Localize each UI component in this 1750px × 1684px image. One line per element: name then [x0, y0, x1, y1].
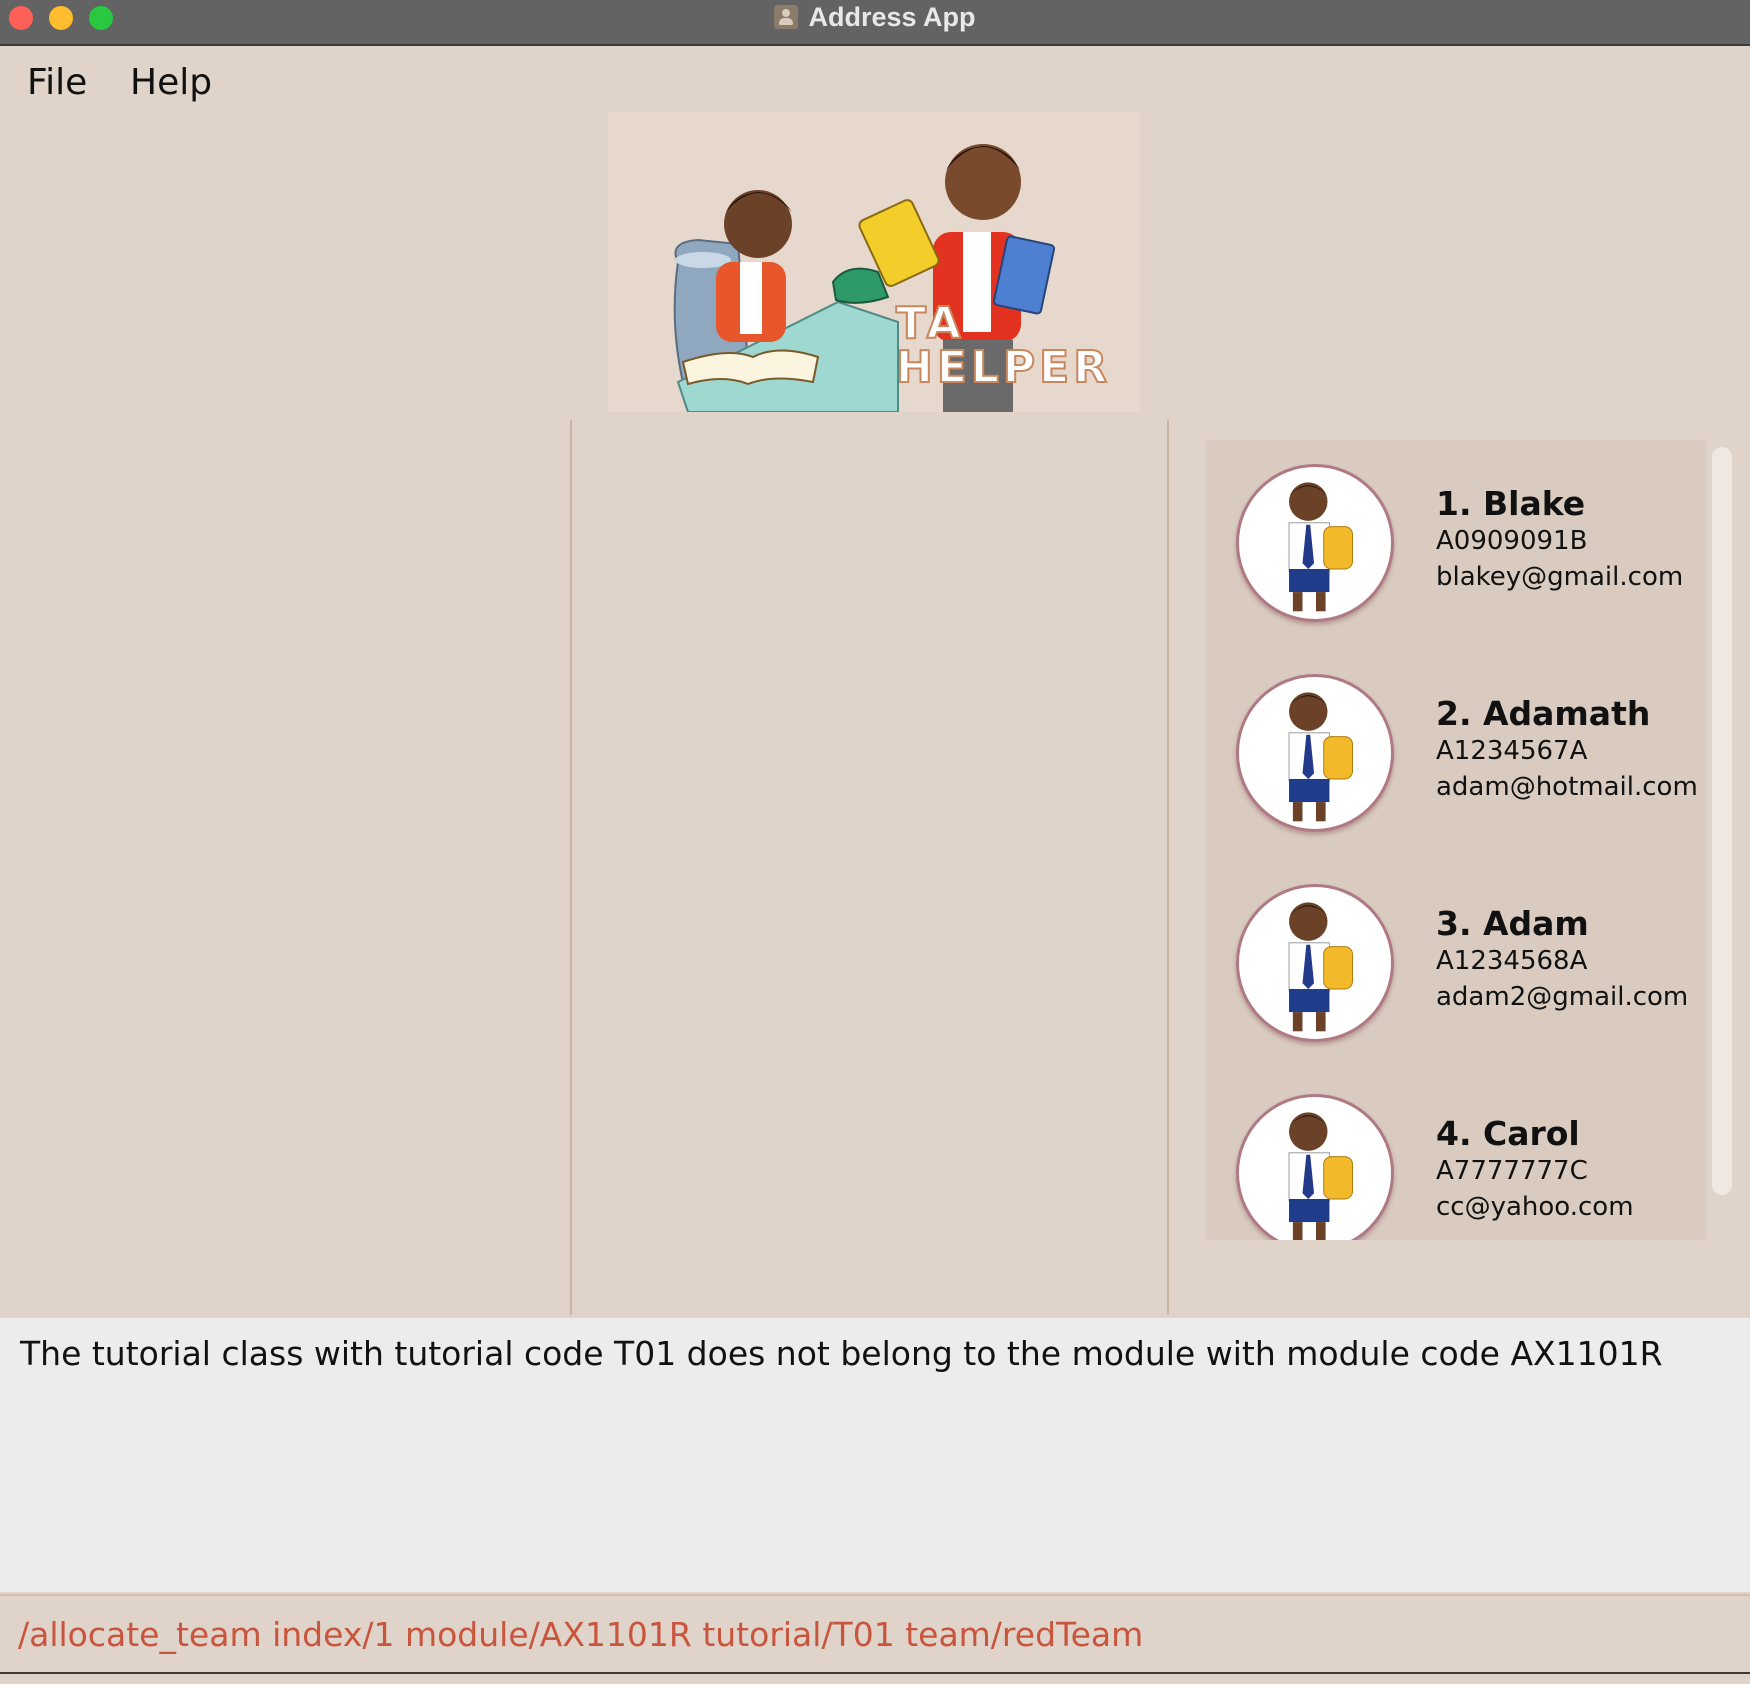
student-email: adam@hotmail.com [1436, 772, 1698, 802]
window-title: Address App [808, 1, 976, 32]
student-name: 1. Blake [1436, 484, 1586, 523]
command-input[interactable] [0, 1596, 1750, 1672]
window-titlebar: Address App [0, 0, 1750, 46]
menu-file[interactable]: File [27, 62, 87, 103]
student-avatar-icon [1236, 884, 1394, 1042]
column-divider-right[interactable] [1167, 420, 1169, 1315]
student-id: A1234568A [1436, 946, 1588, 976]
column-divider-left[interactable] [570, 420, 572, 1315]
student-name: 4. Carol [1436, 1114, 1580, 1153]
menu-help[interactable]: Help [130, 62, 212, 103]
menu-bar: File Help [0, 46, 1750, 116]
logo-text: TA HELPER [895, 301, 1112, 393]
student-avatar-icon [1236, 464, 1394, 622]
window-title-wrap: Address App [0, 0, 1750, 34]
result-message: The tutorial class with tutorial code T0… [20, 1334, 1663, 1373]
student-email: cc@yahoo.com [1436, 1192, 1634, 1222]
student-avatar-icon [1236, 1094, 1394, 1240]
student-name: 3. Adam [1436, 904, 1589, 943]
student-list-scrollbar[interactable] [1712, 447, 1732, 1195]
result-display[interactable]: The tutorial class with tutorial code T0… [0, 1318, 1750, 1592]
student-email: adam2@gmail.com [1436, 982, 1689, 1012]
student-email: blakey@gmail.com [1436, 562, 1684, 592]
command-box [0, 1594, 1750, 1672]
window-bottom-edge [0, 1672, 1750, 1684]
student-card[interactable]: 4. Carol A7777777C cc@yahoo.com [1206, 1070, 1706, 1240]
student-card[interactable]: 1. Blake A0909091B blakey@gmail.com [1206, 440, 1706, 650]
student-card[interactable]: 2. Adamath A1234567A adam@hotmail.com [1206, 650, 1706, 860]
student-card[interactable]: 3. Adam A1234568A adam2@gmail.com [1206, 860, 1706, 1070]
student-list[interactable]: 1. Blake A0909091B blakey@gmail.com 2. A… [1206, 440, 1706, 1240]
student-id: A7777777C [1436, 1156, 1588, 1186]
address-book-icon [774, 5, 799, 29]
ta-helper-logo: TA HELPER [608, 112, 1140, 413]
logo-text-line2: HELPER [895, 342, 1112, 393]
student-avatar-icon [1236, 674, 1394, 832]
student-name: 2. Adamath [1436, 694, 1651, 733]
student-id: A1234567A [1436, 736, 1588, 766]
student-id: A0909091B [1436, 526, 1588, 556]
